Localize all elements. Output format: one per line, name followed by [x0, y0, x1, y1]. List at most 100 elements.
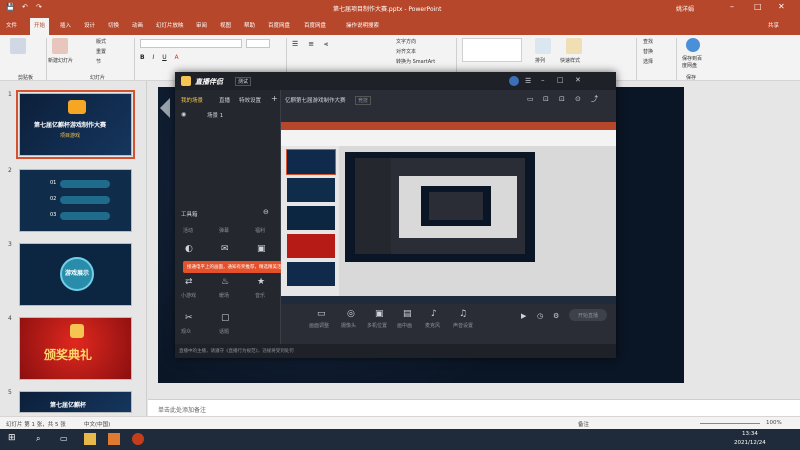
bullets-icon[interactable]: ☰ [292, 40, 298, 48]
screen-adjust-icon[interactable]: ▭ [317, 310, 326, 319]
preview-frame[interactable] [281, 122, 616, 304]
avatar[interactable] [509, 76, 519, 86]
font-name-select[interactable] [140, 39, 242, 48]
slide-thumb-1[interactable]: 第七届亿麒杯游戏制作大赛 项目游戏 [16, 90, 135, 159]
slide-thumb-5[interactable]: 第七届亿麒杯 [19, 391, 132, 413]
activity-icon[interactable]: ◐ [185, 245, 193, 254]
minimize-icon[interactable]: – [541, 76, 545, 85]
add-icon[interactable]: + [271, 94, 278, 103]
font-format-row[interactable]: B I U A [140, 54, 270, 62]
tab-insert[interactable]: 插入 [60, 21, 71, 29]
app-version-badge[interactable]: 测试 [235, 77, 252, 86]
record-icon[interactable]: ⊙ [575, 95, 581, 104]
pip-icon[interactable]: ▤ [403, 310, 412, 319]
live-companion-app-icon[interactable] [108, 433, 120, 445]
tab-effects[interactable]: 特效设置 [239, 96, 261, 104]
search-icon[interactable]: ⌕ [36, 434, 40, 444]
section-button[interactable]: 节 [96, 58, 101, 65]
tab-review[interactable]: 审阅 [196, 21, 207, 29]
live-companion-window[interactable]: 直播伴侣 测试 ☰ – □ ✕ 我的场景 直播 特效设置 + ◉ 场景 1 工具… [175, 72, 616, 358]
tab-slideshow[interactable]: 幻灯片放映 [156, 21, 184, 29]
tab-baidu-2[interactable]: 百度网盘 [304, 21, 326, 29]
paste-icon[interactable] [10, 38, 26, 54]
layout-button[interactable]: 版式 [96, 38, 106, 45]
select-button[interactable]: 选择 [643, 58, 653, 65]
zoom-slider[interactable] [700, 423, 760, 424]
shapes-gallery[interactable] [462, 38, 522, 62]
user-name[interactable]: 姚洋娟 [676, 4, 694, 13]
room-title[interactable]: 亿麒第七届游戏制作大赛 [285, 96, 346, 104]
powerpoint-app-icon[interactable] [132, 433, 144, 445]
align-text-button[interactable]: 对齐文本 [396, 48, 416, 55]
underline-icon[interactable]: U [162, 54, 166, 61]
arrange-label[interactable]: 排列 [535, 57, 545, 64]
settings-icon[interactable]: ⚙ [553, 312, 559, 321]
windows-start-icon[interactable]: ⊞ [8, 433, 16, 443]
slide-thumb-3[interactable]: 游戏展示 [19, 243, 132, 306]
tab-transitions[interactable]: 切换 [108, 21, 119, 29]
language-label[interactable]: 中文(中国) [84, 420, 110, 428]
lock-icon[interactable]: ⊡ [543, 95, 549, 104]
font-size-select[interactable] [246, 39, 270, 48]
viewer-icon[interactable]: ✂ [185, 314, 193, 323]
new-slide-icon[interactable] [52, 38, 68, 54]
undo-icon[interactable]: ↶ [22, 3, 28, 11]
tab-baidu-1[interactable]: 百度网盘 [268, 21, 290, 29]
tab-live[interactable]: 直播 [219, 96, 230, 104]
music-icon[interactable]: ★ [257, 278, 265, 287]
tab-help[interactable]: 帮助 [244, 21, 255, 29]
quick-styles-label[interactable]: 快速样式 [560, 57, 580, 64]
tab-file[interactable]: 文件 [6, 21, 17, 29]
maximize-icon[interactable]: □ [557, 76, 564, 85]
close-icon[interactable]: ✕ [575, 76, 581, 85]
zoom-level[interactable]: 100% [766, 420, 782, 426]
topic-icon[interactable]: ▢ [221, 314, 230, 323]
save-baidu-button[interactable]: 保存到百度网盘 [682, 55, 706, 69]
menu-icon[interactable]: ☰ [525, 77, 531, 86]
unlock-icon[interactable]: ⊡ [559, 95, 565, 104]
timer-icon[interactable]: ◷ [537, 312, 543, 321]
tab-scene[interactable]: 我的场景 [181, 96, 203, 104]
warmup-icon[interactable]: ♨ [221, 278, 229, 287]
file-explorer-icon[interactable] [84, 433, 96, 445]
eye-icon[interactable]: ◉ [181, 110, 186, 119]
numbering-icon[interactable]: ≡ [308, 40, 314, 48]
tab-home[interactable]: 开始 [30, 18, 50, 35]
notes-pane[interactable]: 单击此处添加备注 [148, 399, 800, 416]
video-icon[interactable]: ▶ [521, 312, 526, 321]
slide-thumb-2[interactable]: 01 02 03 [19, 169, 132, 232]
arrange-icon[interactable] [535, 38, 551, 54]
room-badge[interactable]: 竞技 [355, 96, 372, 105]
save-icon[interactable]: 💾 [6, 3, 15, 11]
multi-camera-icon[interactable]: ▣ [375, 310, 384, 319]
slide-thumb-4[interactable]: 颁奖典礼 [19, 317, 132, 380]
font-color-icon[interactable]: A [175, 54, 179, 61]
minimize-icon[interactable]: – [730, 2, 734, 11]
text-direction-button[interactable]: 文字方向 [396, 38, 416, 45]
sound-settings-icon[interactable]: ♫ [459, 310, 467, 319]
bold-icon[interactable]: B [140, 54, 145, 61]
close-icon[interactable]: ✕ [778, 2, 785, 11]
notes-toggle[interactable]: 备注 [578, 420, 589, 428]
baidu-cloud-icon[interactable] [686, 38, 700, 52]
camera-icon[interactable]: ◎ [347, 310, 355, 319]
microphone-icon[interactable]: ♪ [431, 310, 437, 319]
find-button[interactable]: 查找 [643, 38, 653, 45]
maximize-icon[interactable]: □ [754, 2, 762, 11]
scene-item[interactable]: 场景 1 [207, 111, 223, 119]
new-slide-label[interactable]: 新建幻灯片 [48, 57, 73, 64]
go-live-button[interactable]: 开始直播 [569, 309, 607, 321]
paragraph-controls[interactable]: ☰ ≡ ⫷ [292, 40, 382, 62]
tab-design[interactable]: 设计 [84, 21, 95, 29]
gift-icon[interactable]: ▣ [257, 245, 266, 254]
task-view-icon[interactable]: ▭ [60, 434, 68, 443]
quick-styles-icon[interactable] [566, 38, 582, 54]
italic-icon[interactable]: I [153, 54, 155, 61]
redo-icon[interactable]: ↷ [36, 3, 42, 11]
collapse-icon[interactable]: ⊖ [263, 208, 269, 217]
share-icon[interactable]: ⤴ [591, 95, 598, 104]
align-left-icon[interactable]: ⫷ [324, 40, 328, 48]
game-icon[interactable]: ⇄ [185, 278, 193, 287]
share-button[interactable]: 共享 [768, 21, 779, 29]
tab-animations[interactable]: 动画 [132, 21, 143, 29]
